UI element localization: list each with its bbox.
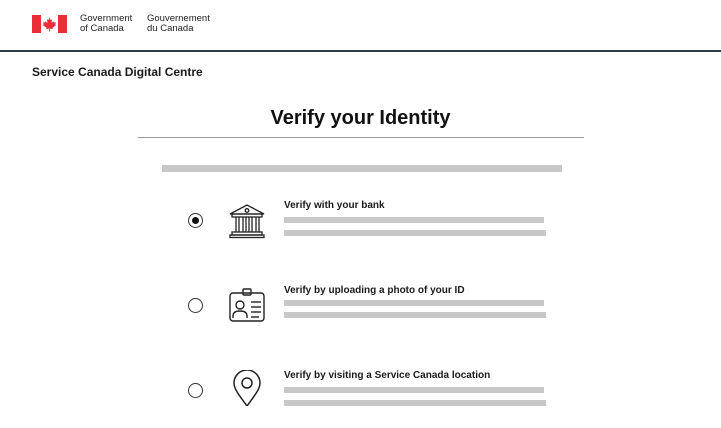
option-verify-bank[interactable]: Verify with your bank: [0, 198, 721, 258]
radio-verify-bank[interactable]: [188, 213, 203, 228]
option-description-placeholder: [284, 387, 544, 393]
option-description-placeholder: [284, 217, 544, 223]
wordmark-fr-line-2: du Canada: [147, 23, 194, 34]
option-verify-photo-id[interactable]: Verify by uploading a photo of your ID: [0, 283, 721, 343]
option-description-placeholder: [284, 400, 546, 406]
location-pin-icon: [233, 370, 261, 406]
site-header: Government of Canada Gouvernement du Can…: [0, 0, 721, 52]
wordmark-en-line-2: of Canada: [80, 23, 124, 34]
option-description-placeholder: [284, 230, 546, 236]
option-description-placeholder: [284, 300, 544, 306]
intro-text-placeholder: [162, 165, 562, 172]
bank-icon: [229, 204, 265, 239]
option-label: Verify by uploading a photo of your ID: [284, 285, 465, 296]
option-verify-location[interactable]: Verify by visiting a Service Canada loca…: [0, 368, 721, 428]
service-title: Service Canada Digital Centre: [32, 65, 203, 79]
title-divider: [138, 137, 584, 138]
page-title: Verify your Identity: [270, 107, 451, 129]
radio-verify-photo-id[interactable]: [188, 298, 203, 313]
option-label: Verify by visiting a Service Canada loca…: [284, 370, 491, 381]
option-label: Verify with your bank: [284, 200, 385, 211]
government-of-canada-wordmark-en[interactable]: Government of Canada: [80, 14, 132, 34]
canada-flag-icon: [32, 15, 67, 33]
id-card-icon: [229, 288, 265, 322]
option-description-placeholder: [284, 312, 546, 318]
radio-verify-location[interactable]: [188, 383, 203, 398]
government-of-canada-wordmark-fr[interactable]: Gouvernement du Canada: [147, 14, 210, 34]
